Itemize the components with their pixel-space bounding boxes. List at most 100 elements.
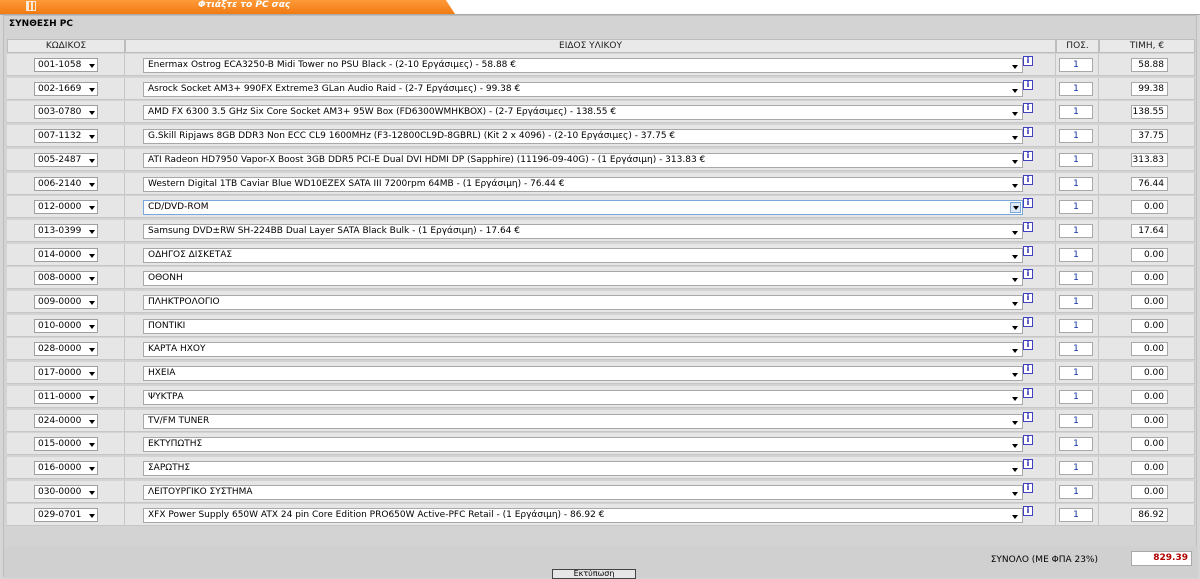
info-icon[interactable]: i bbox=[1023, 56, 1033, 66]
info-icon[interactable]: i bbox=[1023, 269, 1033, 280]
code-select[interactable]: 013-0399 bbox=[34, 223, 98, 238]
info-icon[interactable]: i bbox=[1023, 458, 1033, 469]
chevron-down-icon bbox=[1012, 349, 1018, 354]
item-value: ΕΚΤΥΠΩΤΗΣ bbox=[148, 439, 203, 450]
print-button[interactable]: Εκτύπωση bbox=[552, 569, 636, 579]
info-icon[interactable]: i bbox=[1023, 174, 1033, 185]
code-select[interactable]: 030-0000 bbox=[34, 484, 98, 499]
item-value: Asrock Socket AM3+ 990FX Extreme3 GLan A… bbox=[148, 83, 521, 94]
code-select[interactable]: 005-2487 bbox=[34, 152, 98, 167]
column-header-item: ΕΙΔΟΣ ΥΛΙΚΟΥ bbox=[125, 39, 1056, 53]
item-select[interactable]: Asrock Socket AM3+ 990FX Extreme3 GLan A… bbox=[143, 81, 1023, 97]
info-icon[interactable]: i bbox=[1023, 340, 1033, 351]
info-icon[interactable]: i bbox=[1023, 506, 1033, 517]
item-select[interactable]: ΕΚΤΥΠΩΤΗΣ bbox=[143, 437, 1023, 453]
code-select[interactable]: 008-0000 bbox=[34, 271, 98, 286]
code-select[interactable]: 010-0000 bbox=[34, 318, 98, 333]
quantity-input[interactable]: 1 bbox=[1059, 389, 1093, 404]
code-select[interactable]: 009-0000 bbox=[34, 295, 98, 309]
quantity-input[interactable]: 1 bbox=[1059, 58, 1093, 72]
code-select[interactable]: 024-0000 bbox=[34, 413, 98, 428]
chevron-down-icon bbox=[89, 277, 95, 282]
item-select[interactable]: ΗΧΕΙΑ bbox=[143, 366, 1023, 382]
info-icon[interactable]: i bbox=[1023, 435, 1033, 446]
quantity-input[interactable]: 1 bbox=[1059, 81, 1093, 96]
quantity-input[interactable]: 1 bbox=[1059, 129, 1093, 144]
code-cell: 011-0000 bbox=[7, 385, 125, 408]
info-icon[interactable]: i bbox=[1023, 293, 1033, 303]
quantity-input[interactable]: 1 bbox=[1059, 318, 1093, 333]
quantity-input[interactable]: 1 bbox=[1059, 105, 1093, 120]
code-select[interactable]: 007-1132 bbox=[34, 129, 98, 144]
item-select[interactable]: ATI Radeon HD7950 Vapor-X Boost 3GB DDR5… bbox=[143, 152, 1023, 168]
info-icon[interactable]: i bbox=[1023, 127, 1033, 138]
info-icon[interactable]: i bbox=[1023, 316, 1033, 327]
info-icon[interactable]: i bbox=[1023, 221, 1033, 232]
item-select[interactable]: ΟΘΟΝΗ bbox=[143, 271, 1023, 287]
quantity-input[interactable]: 1 bbox=[1059, 366, 1093, 381]
quantity-input[interactable]: 1 bbox=[1059, 295, 1093, 309]
code-select[interactable]: 029-0701 bbox=[34, 508, 98, 523]
code-select[interactable]: 017-0000 bbox=[34, 366, 98, 381]
item-select[interactable]: CD/DVD-ROM bbox=[143, 200, 1023, 216]
quantity-input[interactable]: 1 bbox=[1059, 460, 1093, 475]
quantity-input[interactable]: 1 bbox=[1059, 413, 1093, 428]
quantity-input[interactable]: 1 bbox=[1059, 223, 1093, 238]
code-cell: 030-0000 bbox=[7, 480, 125, 503]
price-value: 99.38 bbox=[1131, 81, 1168, 96]
code-select[interactable]: 006-2140 bbox=[34, 176, 98, 191]
item-select[interactable]: Western Digital 1TB Caviar Blue WD10EZEX… bbox=[143, 176, 1023, 192]
quantity-input[interactable]: 1 bbox=[1059, 271, 1093, 286]
quantity-input[interactable]: 1 bbox=[1059, 342, 1093, 357]
item-select[interactable]: TV/FM TUNER bbox=[143, 413, 1023, 429]
item-select[interactable]: XFX Power Supply 650W ATX 24 pin Core Ed… bbox=[143, 508, 1023, 524]
item-select[interactable]: ΨΥΚΤΡΑ bbox=[143, 389, 1023, 405]
quantity-input[interactable]: 1 bbox=[1059, 508, 1093, 523]
table-row: 015-0000 ΕΚΤΥΠΩΤΗΣ i 1 0.00 bbox=[4, 433, 1198, 456]
code-select[interactable]: 016-0000 bbox=[34, 460, 98, 475]
code-select[interactable]: 014-0000 bbox=[34, 247, 98, 262]
info-icon[interactable]: i bbox=[1023, 150, 1033, 161]
quantity-input[interactable]: 1 bbox=[1059, 247, 1093, 262]
quantity-input[interactable]: 1 bbox=[1059, 176, 1093, 191]
item-select[interactable]: Enermax Ostrog ECA3250-B Midi Tower no P… bbox=[143, 58, 1023, 73]
table-row: 009-0000 ΠΛΗΚΤΡΟΛΟΓΙΟ i 1 0.00 bbox=[4, 291, 1198, 314]
item-value: ΣΑΡΩΤΗΣ bbox=[148, 462, 191, 473]
code-value: 011-0000 bbox=[38, 391, 82, 402]
info-icon[interactable]: i bbox=[1023, 245, 1033, 256]
code-select[interactable]: 015-0000 bbox=[34, 437, 98, 452]
code-select[interactable]: 012-0000 bbox=[34, 200, 98, 215]
chevron-down-icon bbox=[89, 419, 95, 424]
info-icon[interactable]: i bbox=[1023, 411, 1033, 422]
item-select[interactable]: G.Skill Ripjaws 8GB DDR3 Non ECC CL9 160… bbox=[143, 129, 1023, 145]
tab-build-pc[interactable]: Φτιάξτε το PC σας bbox=[0, 0, 455, 14]
info-icon[interactable]: i bbox=[1023, 103, 1033, 114]
code-select[interactable]: 011-0000 bbox=[34, 389, 98, 404]
item-select[interactable]: ΚΑΡΤΑ ΗΧΟΥ bbox=[143, 342, 1023, 358]
info-icon[interactable]: i bbox=[1023, 79, 1033, 90]
item-select[interactable]: AMD FX 6300 3.5 GHz Six Core Socket AM3+… bbox=[143, 105, 1023, 121]
code-select[interactable]: 028-0000 bbox=[34, 342, 98, 357]
code-select[interactable]: 003-0780 bbox=[34, 105, 98, 120]
item-select[interactable]: ΠΟΝΤΙΚΙ bbox=[143, 318, 1023, 334]
code-cell: 017-0000 bbox=[7, 362, 125, 385]
code-value: 009-0000 bbox=[38, 297, 82, 307]
quantity-input[interactable]: 1 bbox=[1059, 437, 1093, 452]
item-select[interactable]: ΠΛΗΚΤΡΟΛΟΓΙΟ bbox=[143, 295, 1023, 310]
item-select[interactable]: ΟΔΗΓΟΣ ΔΙΣΚΕΤΑΣ bbox=[143, 247, 1023, 263]
quantity-input[interactable]: 1 bbox=[1059, 200, 1093, 215]
quantity-input[interactable]: 1 bbox=[1059, 152, 1093, 167]
item-select[interactable]: ΣΑΡΩΤΗΣ bbox=[143, 460, 1023, 476]
info-icon[interactable]: i bbox=[1023, 198, 1033, 209]
info-icon[interactable]: i bbox=[1023, 482, 1033, 493]
item-select[interactable]: Samsung DVD±RW SH-224BB Dual Layer SATA … bbox=[143, 223, 1023, 239]
code-value: 007-1132 bbox=[38, 131, 82, 142]
quantity-input[interactable]: 1 bbox=[1059, 484, 1093, 499]
table-row: 012-0000 CD/DVD-ROM i 1 0.00 bbox=[4, 196, 1198, 219]
info-icon[interactable]: i bbox=[1023, 364, 1033, 375]
item-select[interactable]: ΛΕΙΤΟΥΡΓΙΚΟ ΣΥΣΤΗΜΑ bbox=[143, 484, 1023, 500]
code-select[interactable]: 002-1669 bbox=[34, 81, 98, 96]
info-icon[interactable]: i bbox=[1023, 387, 1033, 398]
code-select[interactable]: 001-1058 bbox=[34, 58, 98, 72]
chevron-down-icon bbox=[1012, 325, 1018, 330]
